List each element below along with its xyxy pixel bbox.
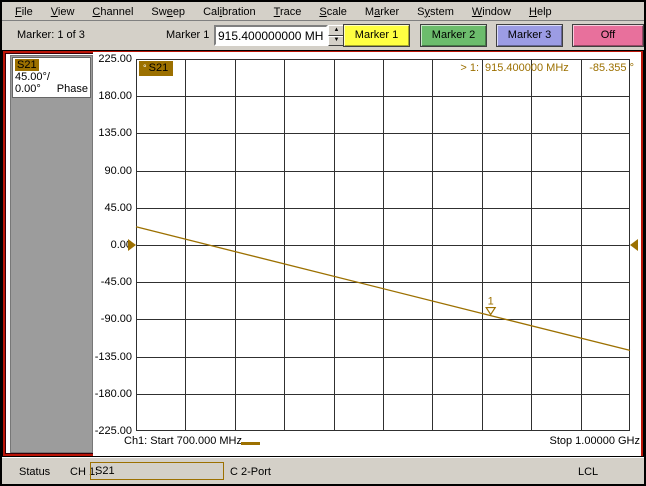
status-mode-label: LCL xyxy=(578,466,598,478)
y-tick-label: -90.00 xyxy=(92,313,132,325)
menu-sweep[interactable]: Sweep xyxy=(142,4,194,20)
y-tick-label: 90.00 xyxy=(92,165,132,177)
marker-status-label: Marker: 1 of 3 xyxy=(17,29,85,41)
y-tick-label: 0.00 xyxy=(92,239,132,251)
trace-tab[interactable]: °S21 xyxy=(139,61,173,76)
scale-per-div-value: 45.00°/ xyxy=(15,71,88,83)
marker-symbol-icon[interactable] xyxy=(486,308,495,315)
marker-off-button[interactable]: Off xyxy=(572,24,644,47)
format-label: Phase xyxy=(57,83,88,95)
y-tick-label: -45.00 xyxy=(92,276,132,288)
trace-name-chip[interactable]: S21 xyxy=(15,59,39,71)
y-tick-label: -135.00 xyxy=(92,351,132,363)
marker-2-button[interactable]: Marker 2 xyxy=(420,24,487,47)
marker-number-text: 1 xyxy=(488,296,494,308)
menu-window[interactable]: Window xyxy=(463,4,520,20)
menu-bar: File View Channel Sweep Calibration Trac… xyxy=(2,2,644,21)
menu-channel[interactable]: Channel xyxy=(83,4,142,20)
status-bar: Status CH 1: S21 C 2-Port LCL xyxy=(2,457,644,484)
marker-number-label: Marker 1 xyxy=(166,29,209,41)
menu-marker[interactable]: Marker xyxy=(356,4,408,20)
y-tick-label: 135.00 xyxy=(92,127,132,139)
y-tick-label: 180.00 xyxy=(92,90,132,102)
network-analyzer-window: File View Channel Sweep Calibration Trac… xyxy=(0,0,646,486)
marker-3-button[interactable]: Marker 3 xyxy=(496,24,563,47)
status-measurement-box[interactable]: S21 xyxy=(90,462,224,480)
plot-area[interactable]: 1 xyxy=(136,59,630,431)
stop-frequency-label: Stop 1.00000 GHz xyxy=(440,435,640,447)
marker-frequency-input[interactable] xyxy=(214,25,328,46)
trace-format-icon: ° xyxy=(143,63,147,73)
reference-value: 0.00° xyxy=(15,83,41,95)
marker-1-button[interactable]: Marker 1 xyxy=(343,24,410,47)
menu-view[interactable]: View xyxy=(42,4,84,20)
status-measurement-label: S21 xyxy=(95,465,115,477)
menu-calibration[interactable]: Calibration xyxy=(194,4,265,20)
y-tick-label: -180.00 xyxy=(92,388,132,400)
status-cal-label: C 2-Port xyxy=(230,466,271,478)
marker-readout-value: -85.355 ° xyxy=(534,62,634,74)
y-tick-label: 45.00 xyxy=(92,202,132,214)
menu-system[interactable]: System xyxy=(408,4,463,20)
trace-tab-label: S21 xyxy=(149,62,169,74)
y-tick-label: 225.00 xyxy=(92,53,132,65)
menu-scale[interactable]: Scale xyxy=(310,4,356,20)
start-frequency-label: Ch1: Start 700.000 MHz xyxy=(124,435,242,447)
trace-info-panel[interactable]: S21 45.00°/ 0.00° Phase xyxy=(12,57,91,98)
trace-sidebar: S21 45.00°/ 0.00° Phase xyxy=(10,55,93,453)
marker-toolbar: Marker: 1 of 3 Marker 1 ▲ ▼ Marker 1 Mar… xyxy=(2,22,644,50)
status-label: Status xyxy=(19,466,50,478)
menu-file[interactable]: File xyxy=(6,4,42,20)
marker-readout-number: > 1: xyxy=(396,62,479,74)
menu-help[interactable]: Help xyxy=(520,4,561,20)
menu-trace[interactable]: Trace xyxy=(265,4,311,20)
trace-color-key-icon xyxy=(241,442,260,445)
